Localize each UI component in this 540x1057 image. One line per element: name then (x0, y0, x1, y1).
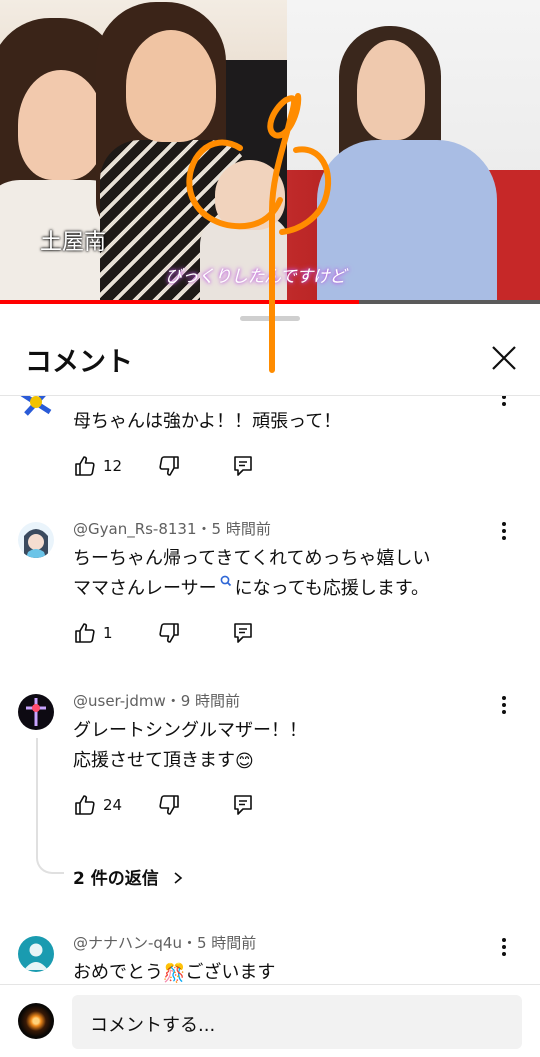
reply-comment-icon (234, 456, 252, 476)
avatar[interactable] (18, 936, 54, 972)
comment-text: 母ちゃんは強かよ！！頑張って！ (73, 411, 342, 432)
video-frame-left (0, 0, 290, 304)
comment-item: @Gyan_Rs-8131・5 時間前 ちーちゃん帰ってきてくれてめっちゃ嬉しい… (0, 516, 540, 676)
more-options-button[interactable] (492, 936, 516, 960)
video-frame-right (287, 0, 540, 304)
close-icon (492, 346, 516, 370)
reply-button[interactable] (231, 621, 257, 647)
reply-button[interactable] (231, 793, 257, 819)
sheet-title: コメント (25, 347, 133, 378)
like-button[interactable]: 12 (73, 454, 133, 480)
thumbs-up-icon (75, 795, 95, 815)
woman-1-face (18, 70, 104, 180)
my-avatar[interactable] (18, 1003, 54, 1039)
video-subtitle: びっくりしたんですけど (165, 267, 346, 287)
search-icon[interactable] (219, 574, 233, 592)
reply-thread-line (36, 738, 38, 856)
thumbs-down-icon (159, 623, 179, 643)
like-button[interactable]: 24 (73, 793, 133, 819)
comment-text-line-2: ママさんレーサー になっても応援します。 (73, 574, 429, 600)
baby-face (215, 160, 285, 230)
more-options-button[interactable] (492, 396, 516, 410)
comment-author-meta[interactable]: @user-jdmw・9 時間前 (73, 690, 240, 711)
like-count: 24 (103, 796, 123, 814)
comment-list[interactable]: 母ちゃんは強かよ！！頑張って！ 12 @Gyan_Rs-8131・5 時間前 ち… (0, 396, 540, 984)
reply-comment-icon (234, 623, 252, 643)
comment-text: おめでとう🎊ございます (73, 958, 275, 984)
like-count: 1 (103, 624, 113, 642)
comment-text: グレートシングルマザー！！ (73, 720, 307, 741)
reply-thread-curve (36, 854, 64, 874)
comment-text-segment: おめでとう (73, 962, 163, 983)
chevron-right-icon (174, 872, 182, 884)
comment-actions: 24 (73, 793, 273, 819)
replies-label: 2 件の返信 (73, 869, 159, 889)
comment-text-segment: ございます (185, 962, 276, 983)
reply-comment-icon (234, 795, 252, 815)
celebration-emoji: 🎊 (163, 962, 186, 984)
avatar[interactable] (18, 694, 54, 730)
comment-item: 母ちゃんは強かよ！！頑張って！ 12 (0, 396, 540, 484)
dislike-button[interactable] (157, 793, 183, 819)
thumbs-up-icon (75, 456, 95, 476)
smiling-emoji: 😊 (235, 750, 254, 772)
comments-sheet: コメント 母ちゃんは強かよ！！頑張って！ 12 @Gyan_Rs-8131・5 … (0, 304, 540, 1057)
comment-text-segment: ママさんレーサー (73, 578, 217, 599)
avatar[interactable] (18, 396, 54, 420)
add-comment-input[interactable]: コメントする... (72, 995, 522, 1049)
comment-text: ちーちゃん帰ってきてくれてめっちゃ嬉しい (73, 548, 431, 569)
comment-actions: 1 (73, 621, 273, 647)
video-player[interactable]: 土屋南 びっくりしたんですけど (0, 0, 540, 304)
thumbs-down-icon (159, 795, 179, 815)
comment-composer: コメントする... (0, 984, 540, 1057)
woman-2-face (126, 30, 216, 142)
more-options-button[interactable] (492, 520, 516, 544)
thumbs-down-icon (159, 456, 179, 476)
like-button[interactable]: 1 (73, 621, 133, 647)
avatar[interactable] (18, 522, 54, 558)
close-button[interactable] (486, 340, 522, 376)
video-caption-name: 土屋南 (40, 230, 107, 255)
reply-button[interactable] (231, 454, 257, 480)
drag-handle[interactable] (240, 316, 300, 321)
woman-3-face (357, 40, 425, 140)
comment-author-meta[interactable]: @Gyan_Rs-8131・5 時間前 (73, 518, 271, 539)
flag-avatar-icon (18, 396, 54, 420)
comment-actions: 12 (73, 454, 273, 480)
comment-text-line-2: 応援させて頂きます😊 (73, 746, 254, 772)
cross-avatar-icon (18, 694, 54, 730)
comment-text-segment: になっても応援します。 (234, 578, 430, 599)
dislike-button[interactable] (157, 621, 183, 647)
more-options-button[interactable] (492, 694, 516, 718)
view-replies-button[interactable]: 2 件の返信 (73, 864, 185, 889)
default-person-avatar-icon (18, 936, 54, 972)
comment-item: @ナナハン-q4u・5 時間前 おめでとう🎊ございます (0, 930, 540, 984)
comment-item: @user-jdmw・9 時間前 グレートシングルマザー！！ 応援させて頂きます… (0, 688, 540, 898)
like-count: 12 (103, 457, 123, 475)
comment-author-meta[interactable]: @ナナハン-q4u・5 時間前 (73, 932, 256, 953)
anime-character-avatar-icon (18, 522, 54, 558)
comment-text-segment: 応援させて頂きます (73, 750, 235, 771)
dislike-button[interactable] (157, 454, 183, 480)
thumbs-up-icon (75, 623, 95, 643)
